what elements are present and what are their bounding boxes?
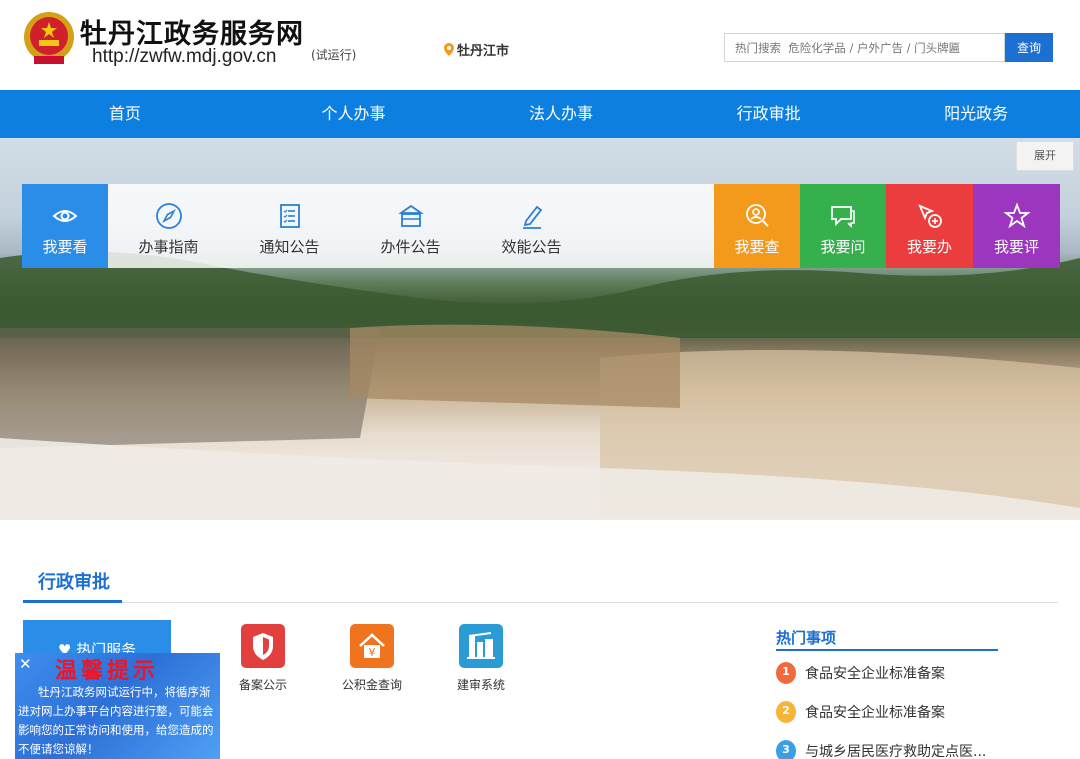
user-search-icon <box>746 204 769 227</box>
app-construction-review[interactable]: 建审系统 <box>433 624 529 693</box>
quick-view-label: 我要看 <box>42 238 88 256</box>
app-filing-notice-label: 备案公示 <box>238 678 287 692</box>
search-input[interactable] <box>724 33 1005 62</box>
house-yuan-icon: ¥ <box>350 624 394 668</box>
app-construction-review-label: 建审系统 <box>456 678 505 692</box>
main-nav: 首页 个人办事 法人办事 行政审批 阳光政务 <box>0 90 1080 138</box>
hot-item-label: 食品安全企业标准备案 <box>805 666 945 682</box>
notice-popup: ✕ 温馨提示 牡丹江政务网试运行中，将循序渐进对网上办事平台内容进行整，可能会影… <box>15 653 220 759</box>
location-pin-icon <box>444 43 454 56</box>
quick-info-bar: 办事指南 通知公告 办件公告 效能公告 <box>108 184 714 268</box>
nav-item-personal[interactable]: 个人办事 <box>250 90 458 138</box>
quick-guide-label: 办事指南 <box>138 238 199 256</box>
notice-title: 温馨提示 <box>55 659 160 684</box>
national-emblem-icon <box>24 12 74 64</box>
quick-perf-button[interactable]: 效能公告 <box>471 184 592 268</box>
section-title-underline <box>23 600 122 603</box>
site-header: 牡丹江政务服务网 http://zwfw.mdj.gov.cn (试运行) 牡丹… <box>0 0 1080 90</box>
notice-body: 牡丹江政务网试运行中，将循序渐进对网上办事平台内容进行整，可能会影响您的正常访问… <box>18 685 214 756</box>
quick-notice-button[interactable]: 通知公告 <box>229 184 350 268</box>
quick-guide-button[interactable]: 办事指南 <box>108 184 229 268</box>
eye-icon <box>52 210 78 222</box>
quick-view-button[interactable]: 我要看 <box>22 184 108 268</box>
site-url: http://zwfw.mdj.gov.cn <box>92 46 277 67</box>
svg-text:¥: ¥ <box>369 646 376 659</box>
nav-item-sunshine[interactable]: 阳光政务 <box>872 90 1080 138</box>
hot-items-title[interactable]: 热门事项 <box>776 627 836 648</box>
pencil-icon <box>522 205 542 229</box>
shield-icon <box>241 624 285 668</box>
app-filing-notice[interactable]: 备案公示 <box>215 624 311 693</box>
quick-case-button[interactable]: 办件公告 <box>350 184 471 268</box>
star-icon <box>1002 202 1031 229</box>
close-icon[interactable]: ✕ <box>19 655 32 673</box>
section-title[interactable]: 行政审批 <box>38 568 110 594</box>
nav-item-approval[interactable]: 行政审批 <box>665 90 873 138</box>
quick-check-label: 我要查 <box>734 238 780 256</box>
hot-item[interactable]: 2 食品安全企业标准备案 <box>776 701 945 723</box>
cursor-add-icon <box>917 204 942 228</box>
chat-icon <box>831 206 855 228</box>
quick-check-button[interactable]: 我要查 <box>714 184 800 268</box>
rank-medal-icon: 2 <box>776 701 796 723</box>
rank-medal-icon: 1 <box>776 662 796 684</box>
quick-case-label: 办件公告 <box>380 238 441 256</box>
expand-button[interactable]: 展开 <box>1016 141 1074 171</box>
hot-item-label: 食品安全企业标准备案 <box>805 705 945 721</box>
quick-perf-label: 效能公告 <box>501 238 562 256</box>
quick-ask-label: 我要问 <box>820 238 866 256</box>
construction-icon <box>459 624 503 668</box>
quick-rate-button[interactable]: 我要评 <box>973 184 1060 268</box>
checklist-icon <box>279 204 300 228</box>
hot-item[interactable]: 3 与城乡居民医疗救助定点医... <box>776 740 986 759</box>
nav-item-home[interactable]: 首页 <box>0 90 250 138</box>
search-button[interactable]: 查询 <box>1005 33 1053 62</box>
hot-item-label: 与城乡居民医疗救助定点医... <box>805 744 987 759</box>
hot-item[interactable]: 1 食品安全企业标准备案 <box>776 662 945 684</box>
location-label: 牡丹江市 <box>457 44 510 59</box>
building-icon <box>397 204 424 227</box>
quick-rate-label: 我要评 <box>993 238 1039 256</box>
trial-label: (试运行) <box>311 48 357 62</box>
quick-ask-button[interactable]: 我要问 <box>800 184 886 268</box>
location-selector[interactable]: 牡丹江市 <box>444 40 509 59</box>
app-housing-fund-label: 公积金查询 <box>341 678 402 692</box>
compass-icon <box>155 203 182 229</box>
app-housing-fund[interactable]: ¥ 公积金查询 <box>324 624 420 693</box>
rank-medal-icon: 3 <box>776 740 796 759</box>
quick-notice-label: 通知公告 <box>259 238 320 256</box>
section-divider <box>23 602 1058 603</box>
hot-items-underline <box>776 649 998 651</box>
quick-do-button[interactable]: 我要办 <box>886 184 973 268</box>
nav-item-legal[interactable]: 法人办事 <box>457 90 665 138</box>
quick-do-label: 我要办 <box>906 238 952 256</box>
